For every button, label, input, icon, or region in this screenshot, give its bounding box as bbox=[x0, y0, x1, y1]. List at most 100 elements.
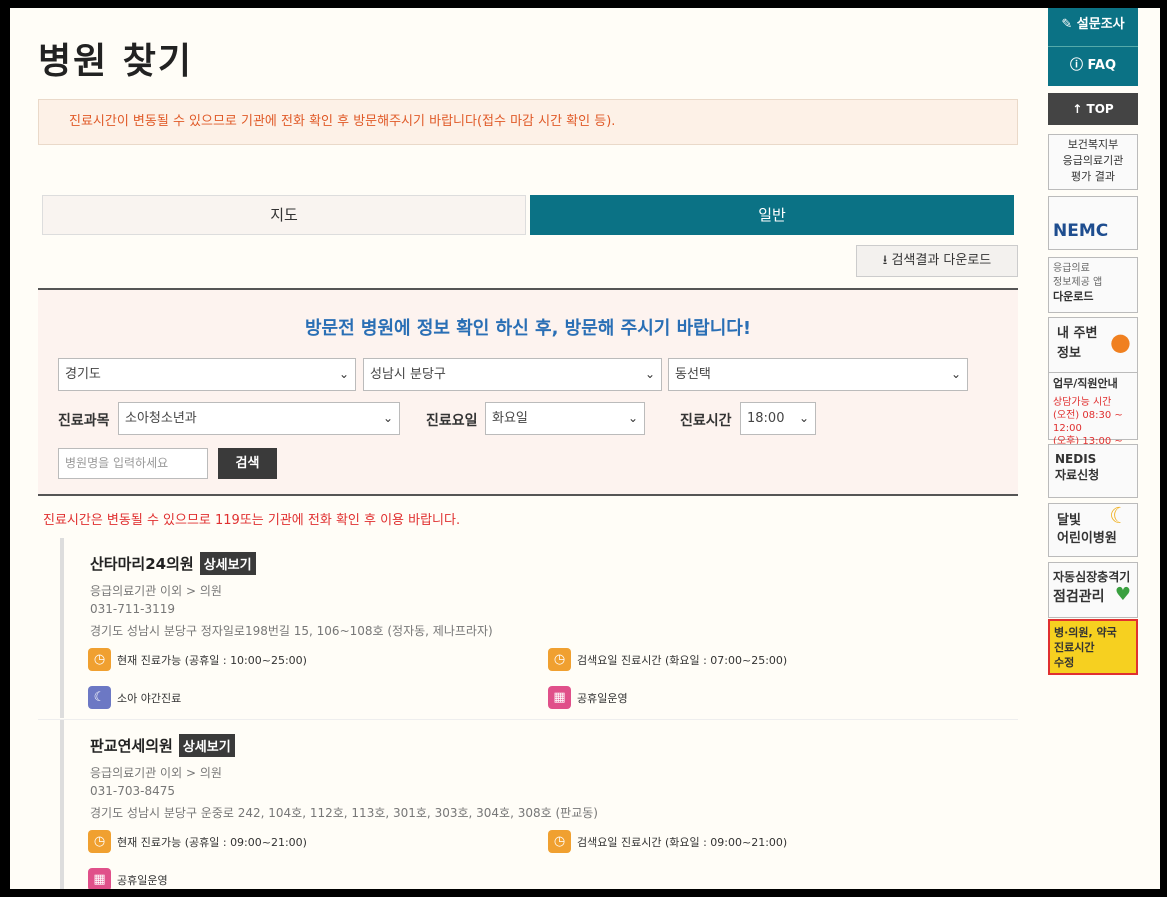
calendar-icon: ▦ bbox=[548, 686, 571, 709]
dong-select[interactable]: 동선택 ⌄ bbox=[668, 358, 968, 391]
province-value: 경기도 bbox=[65, 367, 101, 382]
hospital-card: 산타마리24의원 상세보기 응급의료기관 이외 > 의원 031-711-3119… bbox=[60, 538, 1018, 718]
province-select[interactable]: 경기도 ⌄ bbox=[58, 358, 356, 391]
day-select[interactable]: 화요일 ⌄ bbox=[485, 402, 645, 435]
hospital-name-input[interactable]: 병원명을 입력하세요 bbox=[58, 448, 208, 479]
pharmacy-hours-banner[interactable]: 병·의원, 약국 진료시간 수정 bbox=[1048, 619, 1138, 675]
dept-select[interactable]: 소아청소년과 ⌄ bbox=[118, 402, 400, 435]
search-day-info: ◷ 검색요일 진료시간 (화요일 : 07:00~25:00) bbox=[548, 648, 787, 671]
hospital-address: 경기도 성남시 분당구 정자일로198번길 15, 106~108호 (정자동,… bbox=[90, 624, 493, 638]
nemc-banner[interactable]: NEMC bbox=[1048, 196, 1138, 250]
clock-icon: ◷ bbox=[548, 830, 571, 853]
search-heading: 방문전 병원에 정보 확인 하신 후, 방문해 주시기 바랍니다! bbox=[304, 318, 752, 339]
night-care-text: 소아 야간진료 bbox=[117, 691, 182, 705]
ministry-label: 보건복지부 bbox=[1067, 138, 1119, 151]
evaluation-banner[interactable]: 보건복지부 응급의료기관 평가 결과 bbox=[1048, 134, 1138, 190]
hospital-name[interactable]: 판교연세의원 bbox=[90, 737, 173, 755]
moon-icon: ☾ bbox=[1109, 504, 1129, 529]
pharm-line1: 병·의원, 약국 bbox=[1054, 626, 1117, 639]
download-label: 검색결과 다운로드 bbox=[891, 253, 992, 268]
day-value: 화요일 bbox=[492, 411, 528, 426]
hospital-phone: 031-703-8475 bbox=[90, 784, 176, 798]
page-title: 병원 찾기 bbox=[38, 41, 194, 82]
holiday-info: ▦ 공휴일운영 bbox=[88, 868, 168, 889]
survey-label: 설문조사 bbox=[1076, 17, 1125, 32]
now-open-text: 현재 진료가능 (공휴일 : 09:00~21:00) bbox=[117, 835, 307, 849]
now-open-info: ◷ 현재 진료가능 (공휴일 : 10:00~25:00) bbox=[88, 648, 307, 671]
detail-button[interactable]: 상세보기 bbox=[178, 734, 235, 757]
hospital-address: 경기도 성남시 분당구 운중로 242, 104호, 112호, 113호, 3… bbox=[90, 806, 598, 820]
hospital-phone: 031-711-3119 bbox=[90, 602, 176, 616]
moonlight-hospital-banner[interactable]: 달빛 어린이병원 ☾ bbox=[1048, 503, 1138, 557]
hospital-card: 판교연세의원 상세보기 응급의료기관 이외 > 의원 031-703-8475 경… bbox=[60, 720, 1018, 889]
office-hours-banner[interactable]: 업무/직원안내 상담가능 시간 (오전) 08:30 ~ 12:00 (오후) … bbox=[1048, 372, 1138, 460]
pharm-line3: 수정 bbox=[1054, 656, 1075, 669]
page-frame: 병원 찾기 진료시간이 변동될 수 있으므로 기관에 전화 확인 후 방문해주시… bbox=[10, 8, 1160, 889]
clock-icon: ◷ bbox=[88, 648, 111, 671]
day-label: 진료요일 bbox=[426, 413, 478, 429]
dong-value: 동선택 bbox=[675, 367, 711, 382]
hours-am: (오전) 08:30 ~ 12:00 bbox=[1053, 410, 1123, 434]
survey-button[interactable]: ✎ 설문조사 bbox=[1048, 8, 1138, 46]
question-icon: ⓘ bbox=[1069, 58, 1083, 73]
top-button[interactable]: ↑ TOP bbox=[1048, 93, 1138, 125]
nemc-logo: NEMC bbox=[1053, 221, 1109, 241]
location-pin-icon: ● bbox=[1110, 328, 1131, 356]
download-button[interactable]: ⭳ 검색결과 다운로드 bbox=[856, 245, 1018, 277]
dept-value: 소아청소년과 bbox=[125, 411, 197, 426]
edit-icon: ✎ bbox=[1061, 17, 1073, 32]
clock-icon: ◷ bbox=[88, 830, 111, 853]
eval-line1: 응급의료기관 bbox=[1062, 154, 1124, 167]
now-open-text: 현재 진료가능 (공휴일 : 10:00~25:00) bbox=[117, 653, 307, 667]
app-line3: 다운로드 bbox=[1053, 290, 1094, 303]
night-care-info: ☾ 소아 야간진료 bbox=[88, 686, 181, 709]
nedis-line1: NEDIS bbox=[1055, 452, 1097, 466]
time-label: 진료시간 bbox=[680, 413, 732, 429]
nedis-line2: 자료신청 bbox=[1055, 468, 1100, 482]
download-icon: ⭳ bbox=[882, 253, 888, 268]
faq-label: FAQ bbox=[1087, 58, 1117, 73]
chevron-down-icon: ⌄ bbox=[382, 411, 393, 425]
hours-title: 업무/직원안내 bbox=[1053, 377, 1118, 390]
app-line1: 응급의료 bbox=[1053, 263, 1090, 274]
detail-button[interactable]: 상세보기 bbox=[199, 552, 256, 575]
notice-box: 진료시간이 변동될 수 있으므로 기관에 전화 확인 후 방문해주시기 바랍니다… bbox=[38, 99, 1018, 145]
time-value: 18:00 bbox=[747, 411, 785, 426]
warning-text: 진료시간은 변동될 수 있으므로 119또는 기관에 전화 확인 후 이용 바랍… bbox=[43, 513, 461, 528]
nearby-info-banner[interactable]: 내 주변 정보 ● bbox=[1048, 317, 1138, 373]
hospital-type: 응급의료기관 이외 > 의원 bbox=[90, 766, 222, 780]
nedis-banner[interactable]: NEDIS 자료신청 bbox=[1048, 444, 1138, 498]
dept-label: 진료과목 bbox=[58, 413, 110, 429]
search-day-text: 검색요일 진료시간 (화요일 : 07:00~25:00) bbox=[577, 653, 788, 667]
time-select[interactable]: 18:00 ⌄ bbox=[740, 402, 816, 435]
eval-line2: 평가 결과 bbox=[1071, 170, 1115, 183]
app-download-banner[interactable]: 응급의료 정보제공 앱 다운로드 bbox=[1048, 257, 1138, 313]
holiday-text: 공휴일운영 bbox=[117, 873, 168, 887]
search-day-info: ◷ 검색요일 진료시간 (화요일 : 09:00~21:00) bbox=[548, 830, 787, 853]
search-day-text: 검색요일 진료시간 (화요일 : 09:00~21:00) bbox=[577, 835, 788, 849]
hospital-name[interactable]: 산타마리24의원 bbox=[90, 555, 194, 573]
chevron-down-icon: ⌄ bbox=[798, 411, 809, 425]
district-select[interactable]: 성남시 분당구 ⌄ bbox=[363, 358, 662, 391]
now-open-info: ◷ 현재 진료가능 (공휴일 : 09:00~21:00) bbox=[88, 830, 307, 853]
chevron-down-icon: ⌄ bbox=[950, 367, 961, 381]
hours-sub: 상담가능 시간 bbox=[1053, 397, 1112, 408]
holiday-text: 공휴일운영 bbox=[577, 691, 628, 705]
calendar-icon: ▦ bbox=[88, 868, 111, 889]
tab-general[interactable]: 일반 bbox=[530, 195, 1014, 235]
chevron-down-icon: ⌄ bbox=[644, 367, 655, 381]
hospital-type: 응급의료기관 이외 > 의원 bbox=[90, 584, 222, 598]
faq-button[interactable]: ⓘ FAQ bbox=[1048, 46, 1138, 86]
heart-icon: ♥ bbox=[1114, 584, 1131, 605]
district-value: 성남시 분당구 bbox=[370, 367, 446, 382]
moon-line2: 어린이병원 bbox=[1057, 531, 1117, 546]
search-button[interactable]: 검색 bbox=[218, 448, 277, 479]
chevron-down-icon: ⌄ bbox=[338, 367, 349, 381]
moon-icon: ☾ bbox=[88, 686, 111, 709]
chevron-down-icon: ⌄ bbox=[627, 411, 638, 425]
tab-map[interactable]: 지도 bbox=[42, 195, 526, 235]
clock-icon: ◷ bbox=[548, 648, 571, 671]
app-line2: 정보제공 앱 bbox=[1053, 277, 1103, 288]
holiday-info: ▦ 공휴일운영 bbox=[548, 686, 628, 709]
aed-banner[interactable]: 자동심장충격기 점검관리 ♥ bbox=[1048, 562, 1138, 618]
